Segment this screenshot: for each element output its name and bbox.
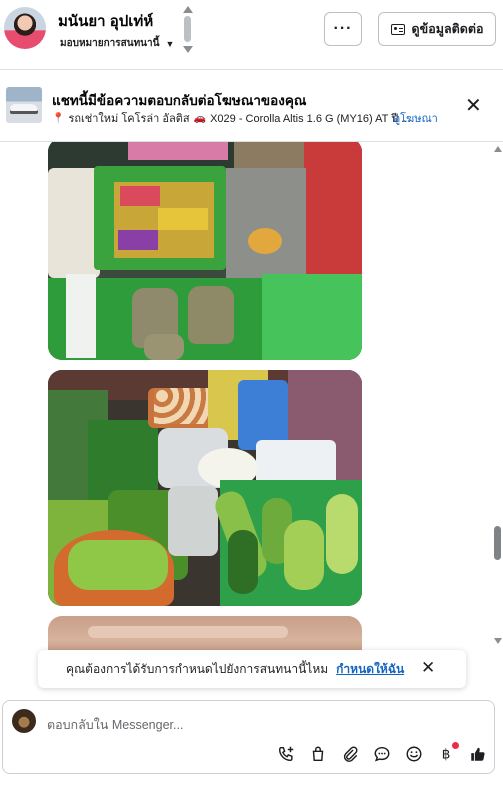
car-icon: 🚗: [193, 112, 207, 124]
composer-toolbar: ฿: [270, 742, 494, 766]
notification-dot: [452, 742, 459, 749]
reply-input[interactable]: ตอบกลับใน Messenger...: [47, 715, 183, 735]
view-ad-link[interactable]: ดูโฆษณา: [393, 109, 438, 127]
ad-details: 📍 รถเช่าใหม่ โคโรล่า อัลติส 🚗 X029 - Cor…: [52, 109, 410, 127]
chat-bubble-icon[interactable]: [366, 742, 398, 766]
message-thread[interactable]: [0, 142, 503, 652]
ad-reply-banner: แชทนี้มีข้อความตอบกลับต่อโฆษณาของคุณ 📍 ร…: [0, 70, 503, 142]
more-icon: ···: [333, 20, 353, 37]
assign-dropdown[interactable]: มอบหมายการสนทนานี้ ▼: [60, 36, 174, 51]
scroll-up-icon[interactable]: [494, 146, 502, 152]
header-scrollbar[interactable]: [182, 6, 194, 54]
ad-thumbnail[interactable]: [6, 87, 42, 123]
photo-message[interactable]: [48, 142, 362, 360]
chevron-down-icon: ▼: [165, 38, 175, 49]
scroll-thumb[interactable]: [184, 16, 191, 42]
assign-to-me-link[interactable]: กำหนดให้ฉัน: [336, 660, 404, 679]
contact-name[interactable]: มนันยา อุปเท่ห์: [58, 9, 153, 33]
close-icon[interactable]: ✕: [421, 659, 435, 676]
contact-card-icon: [390, 23, 405, 35]
conversation-header: มนันยา อุปเท่ห์ มอบหมายการสนทนานี้ ▼ ···…: [0, 0, 503, 70]
scroll-down-icon[interactable]: [183, 46, 193, 53]
photo-message[interactable]: [48, 616, 362, 652]
view-contact-button[interactable]: ดูข้อมูลติดต่อ: [378, 12, 496, 46]
more-options-button[interactable]: ···: [324, 12, 362, 46]
assign-prompt: คุณต้องการได้รับการกำหนดไปยังการสนทนานี้…: [38, 650, 466, 688]
pin-icon: 📍: [52, 112, 65, 124]
message-composer[interactable]: ตอบกลับใน Messenger... ฿: [2, 700, 495, 774]
thumbs-up-icon[interactable]: [462, 742, 494, 766]
shopping-bag-icon[interactable]: [302, 742, 334, 766]
scroll-down-icon[interactable]: [494, 638, 502, 644]
scroll-thumb[interactable]: [494, 526, 501, 560]
ad-banner-title: แชทนี้มีข้อความตอบกลับต่อโฆษณาของคุณ: [52, 93, 307, 108]
baht-icon[interactable]: ฿: [430, 742, 462, 766]
close-icon[interactable]: ✕: [465, 96, 482, 116]
thread-scrollbar[interactable]: [492, 142, 503, 652]
assign-label: มอบหมายการสนทนานี้: [60, 38, 160, 49]
scroll-up-icon[interactable]: [183, 6, 193, 13]
ad-car-text: X029 - Corolla Altis 1.6 G (MY16) AT ปี …: [210, 113, 411, 125]
emoji-icon[interactable]: [398, 742, 430, 766]
assign-prompt-text: คุณต้องการได้รับการกำหนดไปยังการสนทนานี้…: [66, 661, 329, 676]
photo-message[interactable]: [48, 370, 362, 606]
page-avatar: [12, 709, 36, 733]
contact-avatar[interactable]: [4, 7, 46, 49]
paperclip-icon[interactable]: [334, 742, 366, 766]
phone-plus-icon[interactable]: [270, 742, 302, 766]
svg-text:฿: ฿: [442, 747, 451, 763]
ad-location-text: รถเช่าใหม่ โคโรล่า อัลติส: [68, 113, 190, 125]
view-contact-label: ดูข้อมูลติดต่อ: [411, 22, 484, 36]
